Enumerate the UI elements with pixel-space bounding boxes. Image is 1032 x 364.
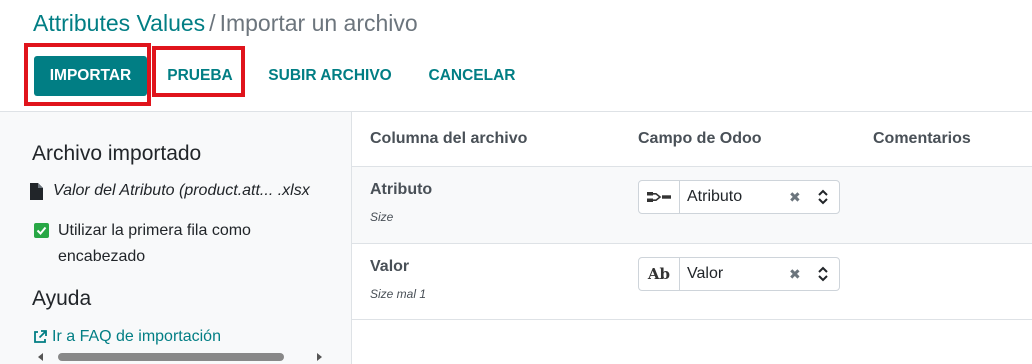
odoo-field-value: Atributo [687, 188, 743, 205]
imported-file-name: Valor del Atributo (product.att... .xlsx [53, 182, 310, 199]
imported-file: Valor del Atributo (product.att... .xlsx [30, 182, 340, 200]
upload-file-button[interactable]: SUBIR ARCHIVO [257, 56, 403, 96]
chevron-up-down-icon[interactable] [817, 264, 829, 284]
control-panel: Attributes Values / Importar un archivo IM… [0, 0, 1032, 112]
clear-icon[interactable]: ✖ [789, 258, 801, 290]
breadcrumb-separator: / [209, 10, 216, 36]
scroll-right-icon[interactable] [317, 353, 322, 361]
text-ab-icon: Ab [639, 258, 680, 290]
scroll-left-icon[interactable] [38, 353, 43, 361]
scrollbar-thumb[interactable] [58, 353, 284, 361]
help-title: Ayuda [32, 287, 92, 310]
chevron-up-down-icon[interactable] [817, 187, 829, 207]
odoo-field-select[interactable]: Atributo ✖ [638, 180, 840, 214]
import-button[interactable]: IMPORTAR [34, 56, 147, 96]
column-header-comments: Comentarios [873, 130, 971, 147]
odoo-field-select[interactable]: Ab Valor ✖ [638, 257, 840, 291]
first-row-header-checkbox[interactable] [34, 223, 49, 238]
import-faq-link[interactable]: Ir a FAQ de importación [32, 328, 221, 346]
test-button[interactable]: PRUEBA [158, 56, 242, 96]
file-icon [30, 182, 43, 200]
file-column-sample: Size mal 1 [370, 287, 427, 301]
breadcrumb-current: Importar un archivo [219, 10, 418, 36]
imported-file-title: Archivo importado [32, 142, 202, 165]
table-row: Valor Size mal 1 Ab Valor ✖ [352, 243, 1032, 320]
cancel-button[interactable]: CANCELAR [420, 56, 524, 96]
many2one-relation-icon [639, 181, 680, 213]
column-header-odoo-field: Campo de Odoo [638, 130, 762, 147]
breadcrumb: Attributes Values / Importar un archivo [33, 10, 418, 37]
odoo-field-value: Valor [687, 265, 724, 282]
column-mapping-table: Columna del archivo Campo de Odoo Coment… [352, 112, 1032, 364]
file-column-name: Valor [370, 258, 410, 275]
clear-icon[interactable]: ✖ [789, 181, 801, 213]
file-column-name: Atributo [370, 181, 433, 198]
sidebar-horizontal-scrollbar[interactable] [32, 352, 328, 362]
check-icon [36, 226, 47, 235]
import-faq-label[interactable]: Ir a FAQ de importación [52, 328, 221, 346]
table-row: Atributo Size Atributo ✖ [352, 166, 1032, 243]
breadcrumb-parent-link[interactable]: Attributes Values [33, 10, 205, 36]
file-column-sample: Size [370, 210, 394, 224]
first-row-header-label[interactable]: Utilizar la primera fila como encabezado [34, 218, 334, 270]
external-link-icon [34, 330, 47, 343]
import-sidebar: Archivo importado Valor del Atributo (pr… [0, 112, 352, 364]
first-row-header-option: Utilizar la primera fila como encabezado [34, 218, 334, 270]
column-header-file-column: Columna del archivo [370, 130, 528, 147]
